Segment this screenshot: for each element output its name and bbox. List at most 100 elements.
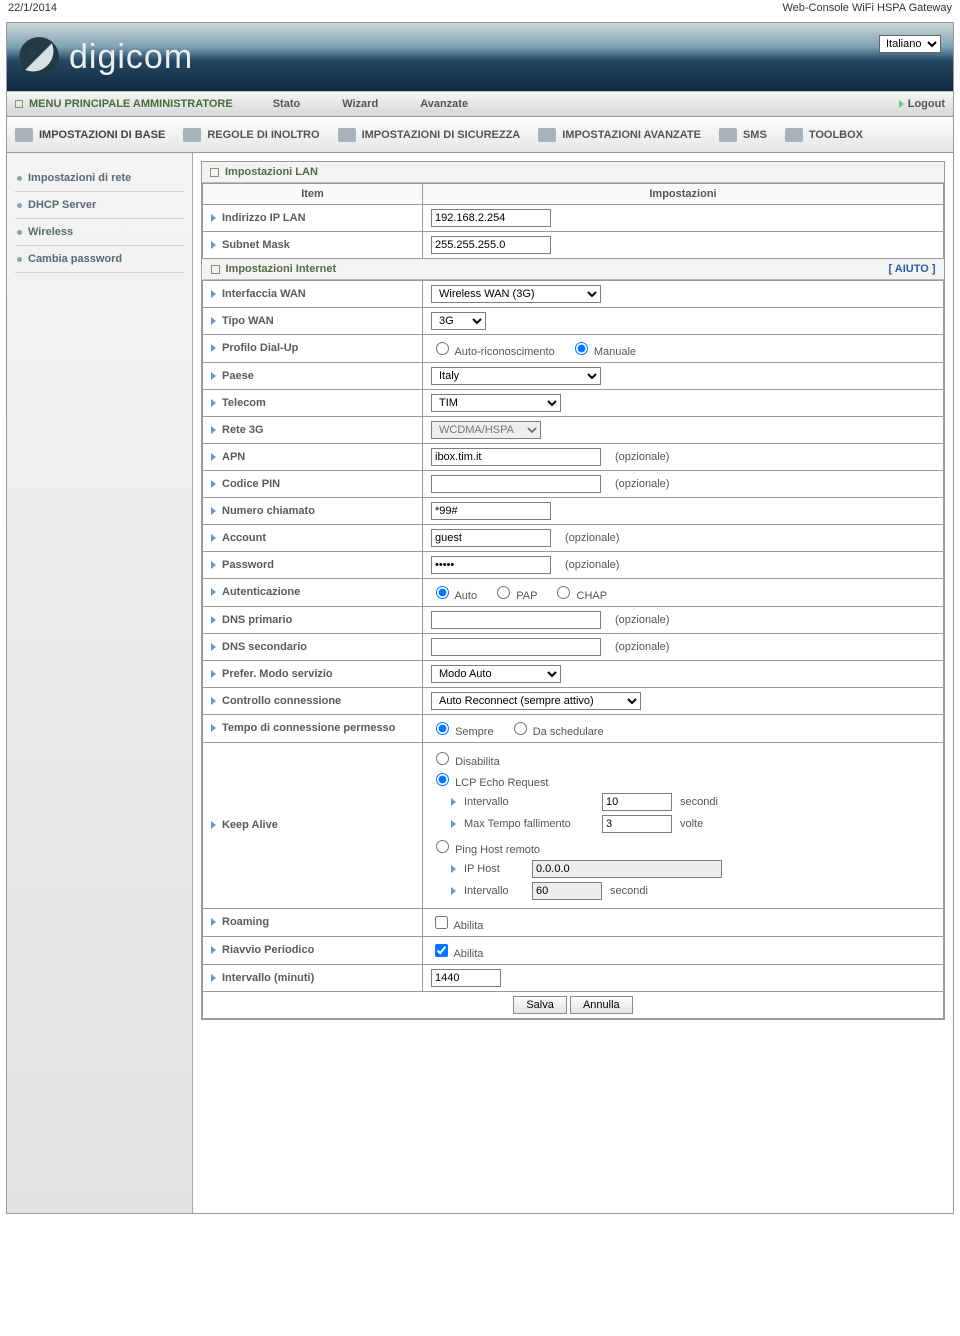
interval-input[interactable]	[602, 793, 672, 811]
save-button[interactable]: Salva	[513, 996, 567, 1014]
dial-number-input[interactable]	[431, 502, 551, 520]
conn-control-select[interactable]: Auto Reconnect (sempre attivo)	[431, 692, 641, 710]
auth-pap-radio[interactable]: PAP	[492, 590, 537, 602]
ip-lan-input[interactable]	[431, 209, 551, 227]
bullet-icon	[17, 176, 22, 181]
keepalive-disable-radio[interactable]: Disabilita	[431, 756, 500, 768]
conntime-always-radio[interactable]: Sempre	[431, 726, 494, 738]
triangle-icon	[211, 480, 216, 488]
triangle-icon	[211, 974, 216, 982]
dns2-input[interactable]	[431, 638, 601, 656]
apn-input[interactable]	[431, 448, 601, 466]
row-telecom: Telecom TIM	[203, 390, 944, 417]
internet-section-header: Impostazioni Internet [ AIUTO ]	[203, 259, 944, 280]
prefer-mode-select[interactable]: Modo Auto	[431, 665, 561, 683]
conntime-sched-radio[interactable]: Da schedulare	[509, 726, 604, 738]
row-conn-time: Tempo di connessione permesso Sempre Da …	[203, 715, 944, 743]
tab-forward-rules[interactable]: REGOLE DI INOLTRO	[183, 128, 319, 142]
rete3g-select[interactable]: WCDMA/HSPA	[431, 421, 541, 439]
tab-toolbox[interactable]: TOOLBOX	[785, 128, 863, 142]
telecom-select[interactable]: TIM	[431, 394, 561, 412]
optional-note: (opzionale)	[565, 532, 619, 544]
lan-section-header: Impostazioni LAN	[202, 162, 944, 183]
top-menu: MENU PRINCIPALE AMMINISTRATORE Stato Wiz…	[7, 91, 953, 117]
password-input[interactable]	[431, 556, 551, 574]
row-wan-type: Tipo WAN 3G	[203, 308, 944, 335]
interval2-input[interactable]	[532, 882, 602, 900]
subnet-input[interactable]	[431, 236, 551, 254]
maxfail-label: Max Tempo fallimento	[464, 818, 594, 830]
auth-auto-radio[interactable]: Auto	[431, 590, 477, 602]
tab-security[interactable]: IMPOSTAZIONI DI SICUREZZA	[338, 128, 521, 142]
row-roaming: Roaming Abilita	[203, 909, 944, 937]
row-country: Paese Italy	[203, 363, 944, 390]
triangle-icon	[211, 724, 216, 732]
toolbox-icon	[785, 128, 803, 142]
wan-type-select[interactable]: 3G	[431, 312, 486, 330]
keepalive-ping-radio[interactable]: Ping Host remoto	[431, 844, 540, 856]
row-wan-interface: Interfaccia WAN Wireless WAN (3G)	[203, 281, 944, 308]
keepalive-lcp-radio[interactable]: LCP Echo Request	[431, 777, 548, 789]
admin-menu-label: MENU PRINCIPALE AMMINISTRATORE	[29, 98, 233, 110]
row-ip-lan: Indirizzo IP LAN	[203, 205, 944, 232]
triangle-icon	[211, 507, 216, 515]
row-password: Password (opzionale)	[203, 552, 944, 579]
optional-note: (opzionale)	[615, 451, 669, 463]
dialup-manual-radio[interactable]: Manuale	[570, 346, 636, 358]
sms-icon	[719, 128, 737, 142]
logout-link[interactable]: Logout	[899, 98, 945, 110]
tab-sms[interactable]: SMS	[719, 128, 767, 142]
advanced-icon	[538, 128, 556, 142]
maxfail-input[interactable]	[602, 815, 672, 833]
logo-icon	[19, 37, 59, 77]
security-icon	[338, 128, 356, 142]
optional-note: (opzionale)	[615, 641, 669, 653]
optional-note: (opzionale)	[615, 478, 669, 490]
logo-text: digicom	[69, 38, 193, 77]
wan-interface-select[interactable]: Wireless WAN (3G)	[431, 285, 601, 303]
country-select[interactable]: Italy	[431, 367, 601, 385]
menu-stato[interactable]: Stato	[273, 98, 301, 110]
sidebar-item-wireless[interactable]: Wireless	[15, 219, 184, 246]
sidebar-item-password[interactable]: Cambia password	[15, 246, 184, 273]
sidebar-item-dhcp[interactable]: DHCP Server	[15, 192, 184, 219]
times-unit: volte	[680, 818, 703, 830]
roaming-checkbox[interactable]: Abilita	[431, 920, 483, 932]
triangle-icon	[211, 670, 216, 678]
dns1-input[interactable]	[431, 611, 601, 629]
row-conn-control: Controllo connessione Auto Reconnect (se…	[203, 688, 944, 715]
reboot-interval-input[interactable]	[431, 969, 501, 987]
arrow-icon	[899, 100, 904, 108]
sidebar-item-network[interactable]: Impostazioni di rete	[15, 165, 184, 192]
triangle-icon	[211, 534, 216, 542]
row-account: Account (opzionale)	[203, 525, 944, 552]
row-pin: Codice PIN (opzionale)	[203, 471, 944, 498]
row-apn: APN (opzionale)	[203, 444, 944, 471]
iphost-input[interactable]	[532, 860, 722, 878]
help-link[interactable]: [ AIUTO ]	[888, 263, 935, 275]
box-icon	[15, 100, 23, 108]
row-prefer-mode: Prefer. Modo servizio Modo Auto	[203, 661, 944, 688]
print-title: Web-Console WiFi HSPA Gateway	[782, 2, 952, 14]
sidebar: Impostazioni di rete DHCP Server Wireles…	[7, 153, 193, 1213]
triangle-icon	[211, 918, 216, 926]
reboot-checkbox[interactable]: Abilita	[431, 948, 483, 960]
tab-advanced[interactable]: IMPOSTAZIONI AVANZATE	[538, 128, 701, 142]
dialup-auto-radio[interactable]: Auto-riconoscimento	[431, 346, 555, 358]
triangle-icon	[211, 372, 216, 380]
interval-label: Intervallo	[464, 796, 594, 808]
row-reboot-interval: Intervallo (minuti)	[203, 965, 944, 992]
cancel-button[interactable]: Annulla	[570, 996, 633, 1014]
language-select[interactable]: Italiano	[879, 35, 941, 53]
tab-base-settings[interactable]: IMPOSTAZIONI DI BASE	[15, 128, 165, 142]
triangle-icon	[451, 798, 456, 806]
box-icon	[211, 265, 220, 274]
box-icon	[210, 168, 219, 177]
bullet-icon	[17, 203, 22, 208]
pin-input[interactable]	[431, 475, 601, 493]
menu-avanzate[interactable]: Avanzate	[420, 98, 468, 110]
triangle-icon	[211, 317, 216, 325]
auth-chap-radio[interactable]: CHAP	[552, 590, 607, 602]
account-input[interactable]	[431, 529, 551, 547]
menu-wizard[interactable]: Wizard	[342, 98, 378, 110]
